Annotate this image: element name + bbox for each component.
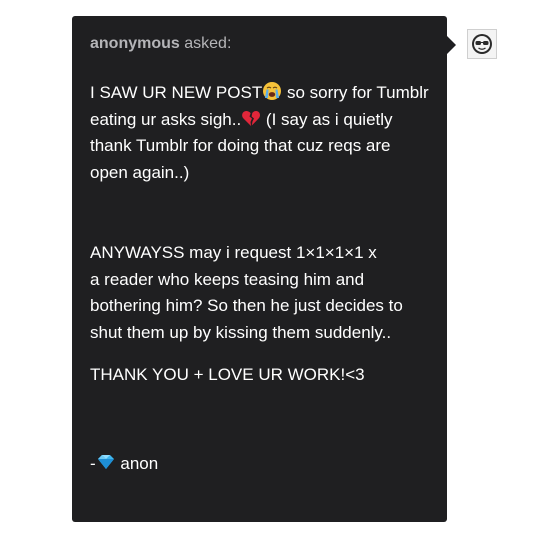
ask-paragraph-3: THANK YOU + LOVE UR WORK!<3 (90, 365, 365, 384)
ask-text: I SAW UR NEW POST (90, 83, 263, 102)
asker-name-link[interactable]: anonymous (90, 35, 180, 52)
asked-label: asked: (179, 35, 232, 52)
crying-face-emoji-icon (263, 82, 282, 100)
ask-card: anonymous asked: I SAW UR NEW POST so so… (72, 16, 456, 522)
ask-pointer (447, 36, 456, 54)
ask-body: I SAW UR NEW POST so sorry for Tumblr ea… (90, 80, 429, 477)
broken-heart-emoji-icon (242, 110, 261, 126)
ask-text: a reader who keeps teasing him and bothe… (90, 269, 403, 342)
ask-signoff: - anon (90, 451, 429, 478)
sunglasses-face-icon (472, 34, 492, 54)
diamond-emoji-icon (97, 454, 114, 469)
page: anonymous asked: I SAW UR NEW POST so so… (0, 0, 540, 540)
signoff-text: anon (115, 453, 159, 473)
ask-paragraph-1: I SAW UR NEW POST so sorry for Tumblr ea… (90, 80, 429, 186)
ask-paragraph-2: ANYWAYSS may i request 1×1×1×1 x a reade… (90, 240, 429, 346)
avatar[interactable] (467, 29, 497, 59)
ask-text: ANYWAYSS may i request 1×1×1×1 x (90, 243, 377, 262)
ask-header: anonymous asked: (90, 34, 429, 54)
